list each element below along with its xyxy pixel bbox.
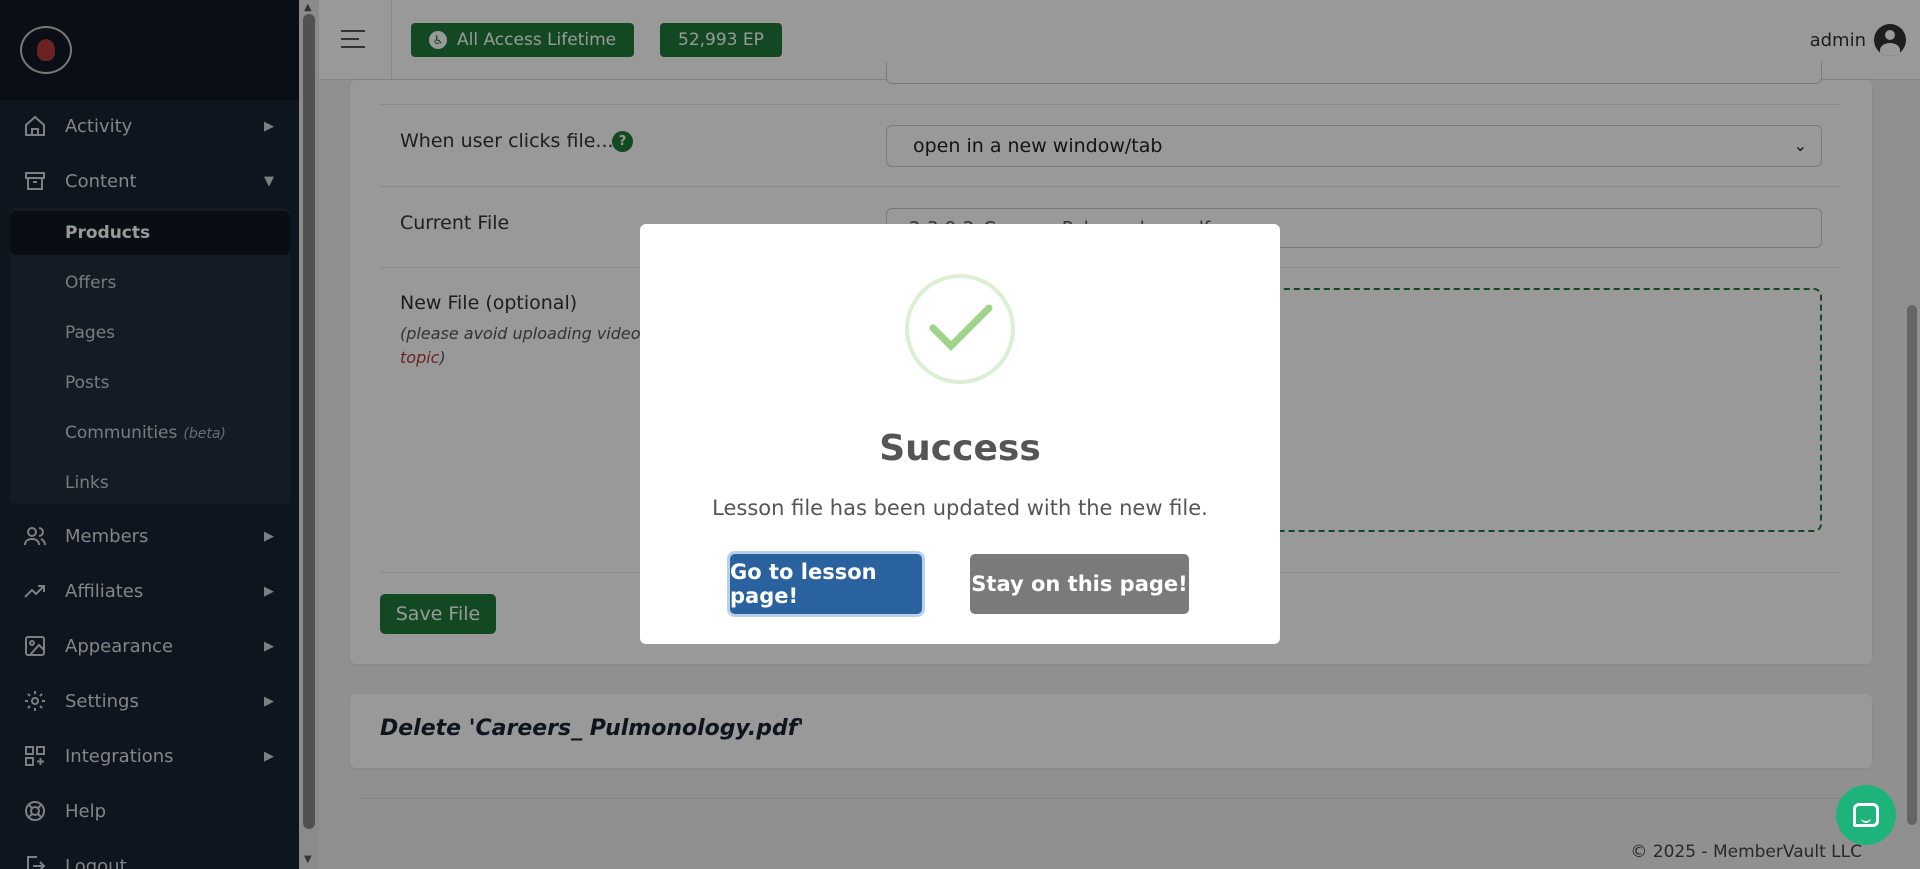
checkmark-icon: [905, 274, 1015, 384]
go-to-lesson-button[interactable]: Go to lesson page!: [730, 554, 922, 614]
dialog-title: Success: [879, 428, 1041, 469]
chat-launcher-icon[interactable]: [1836, 785, 1896, 845]
dialog-message: Lesson file has been updated with the ne…: [712, 496, 1208, 520]
success-dialog: Success Lesson file has been updated wit…: [640, 224, 1280, 644]
stay-on-page-button[interactable]: Stay on this page!: [970, 554, 1189, 614]
